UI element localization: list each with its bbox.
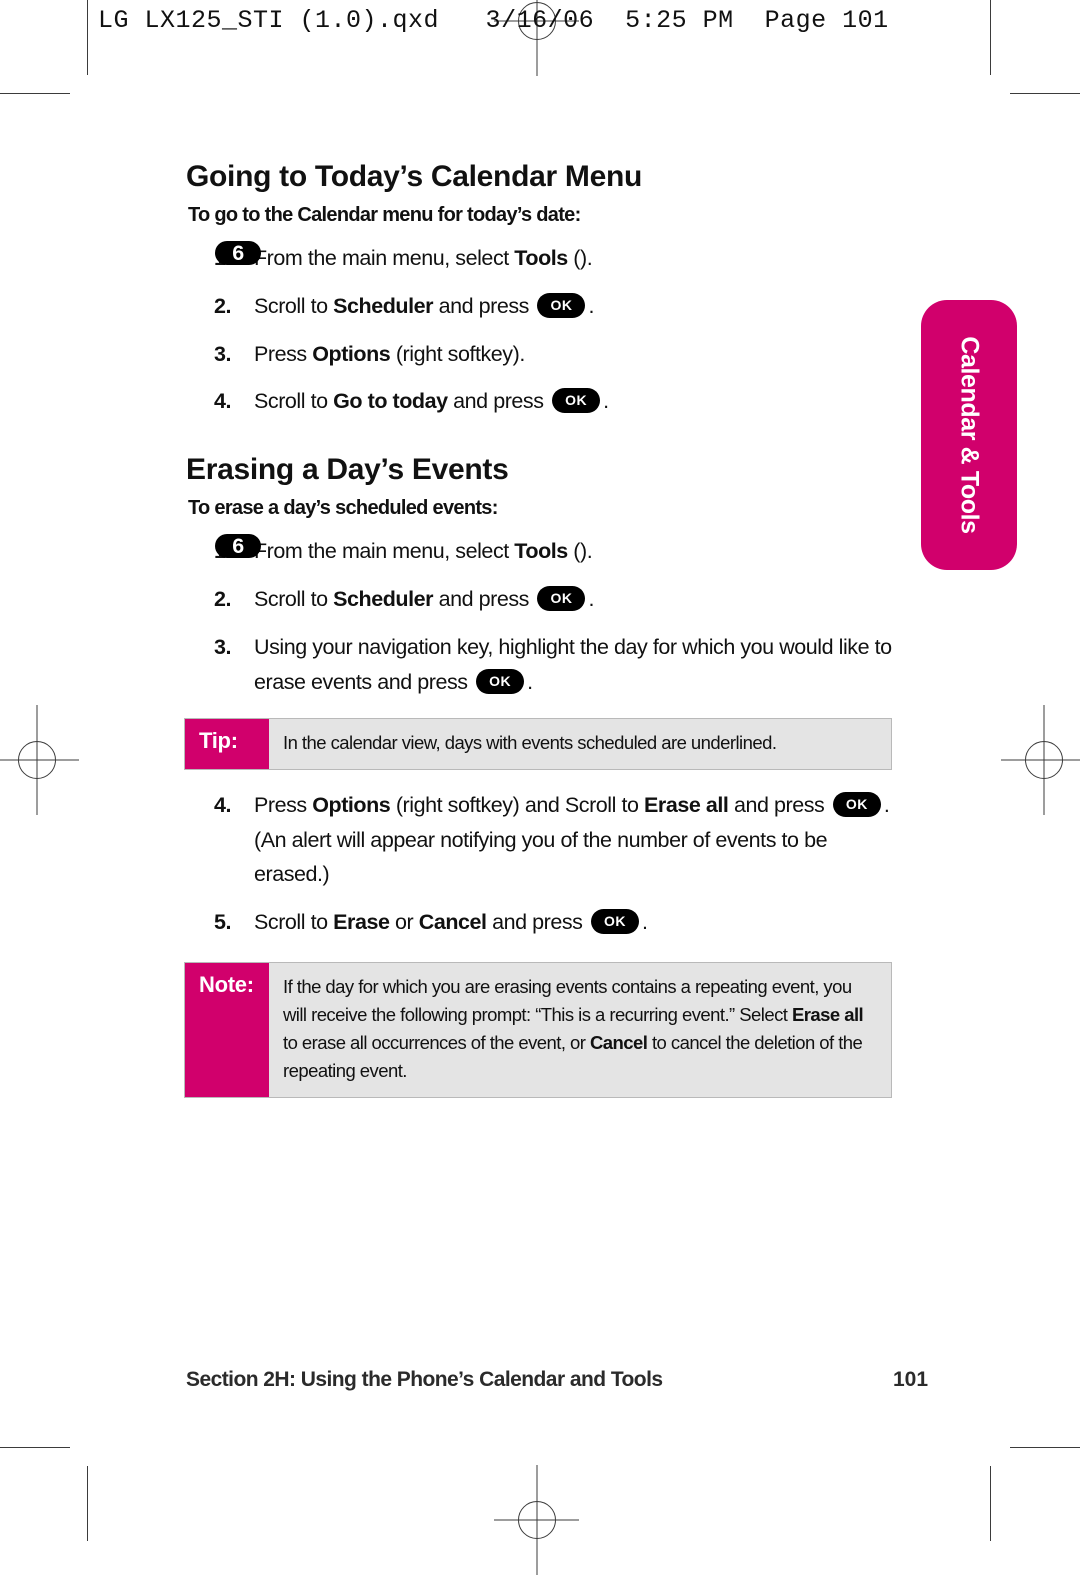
footer-page-number: 101 — [893, 1368, 929, 1391]
list-item: 3. Using your navigation key, highlight … — [186, 630, 896, 700]
footer-section-text: Section 2H: Using the Phone’s Calendar a… — [186, 1368, 663, 1391]
key-6-icon: 6 — [215, 534, 261, 559]
key-ok-icon: OK — [590, 909, 639, 935]
crop-mark-bottom-left-horizontal — [0, 1447, 70, 1448]
list-item: 4. Scroll to Go to today and press OK. — [186, 384, 896, 419]
crop-mark-top-left-horizontal — [0, 93, 70, 94]
registration-mark-bottom-center — [494, 1465, 579, 1575]
step-list-erasing-events-continued: 4. Press Options (right softkey) and Scr… — [186, 788, 896, 940]
crop-mark-bottom-right-horizontal — [1010, 1447, 1080, 1448]
list-item: 3. Press Options (right softkey). — [186, 337, 896, 372]
step-number: 2. — [214, 293, 232, 318]
step-text: Scroll to Go to today and press OK. — [254, 388, 609, 414]
section-lead-2: To erase a day’s scheduled events: — [188, 497, 498, 520]
step-text: Scroll to Scheduler and press OK. — [254, 585, 594, 612]
step-list-going-to-today: 1. From the main menu, select Tools (6).… — [186, 241, 896, 419]
crop-mark-top-right-vertical — [990, 0, 991, 75]
tip-callout: Tip: In the calendar view, days with eve… — [184, 717, 892, 770]
step-text: From the main menu, select Tools (6). — [215, 534, 593, 563]
step-number: 4. — [214, 792, 232, 817]
thumb-tab-label: Calendar & Tools — [955, 336, 984, 534]
key-ok-icon: OK — [552, 388, 601, 414]
registration-mark-left-center — [0, 705, 79, 815]
registration-mark-right-center — [1001, 705, 1080, 815]
manual-page: LG LX125_STI (1.0).qxd 3/16/06 5:25 PM P… — [0, 0, 1080, 1575]
note-label: Note: — [185, 963, 269, 1098]
page-footer: Section 2H: Using the Phone’s Calendar a… — [186, 1368, 946, 1392]
key-6-icon: 6 — [215, 241, 261, 265]
step-number: 5. — [214, 910, 232, 935]
note-callout: Note: If the day for which you are erasi… — [184, 962, 892, 1099]
step-number: 4. — [214, 389, 232, 414]
crop-mark-top-right-horizontal — [1010, 93, 1080, 94]
step-text: Using your navigation key, highlight the… — [254, 634, 892, 694]
page-title: Going to Today’s Calendar Menu — [186, 160, 643, 193]
tip-text: In the calendar view, days with events s… — [283, 731, 777, 753]
tip-label: Tip: — [185, 718, 269, 769]
step-text: From the main menu, select Tools (6). — [215, 241, 593, 270]
list-item: 2. Scroll to Scheduler and press OK. — [186, 582, 896, 617]
key-ok-icon: OK — [832, 791, 881, 817]
crop-mark-bottom-right-vertical — [990, 1466, 991, 1541]
crop-mark-top-left-vertical — [87, 0, 88, 75]
page-content: Going to Today’s Calendar Menu To go to … — [184, 160, 896, 1116]
list-item: 2. Scroll to Scheduler and press OK. — [186, 289, 896, 324]
list-item: 1. From the main menu, select Tools (6). — [186, 534, 896, 569]
list-item: 1. From the main menu, select Tools (6). — [186, 241, 896, 276]
step-list-erasing-events: 1. From the main menu, select Tools (6).… — [186, 534, 896, 699]
step-text: Press Options (right softkey). — [254, 341, 525, 366]
prepress-slug: LG LX125_STI (1.0).qxd 3/16/06 5:25 PM P… — [98, 6, 889, 35]
step-text: Scroll to Erase or Cancel and press OK. — [254, 909, 648, 935]
note-text: If the day for which you are erasing eve… — [283, 976, 864, 1082]
thumb-tab-calendar-and-tools: Calendar & Tools — [921, 300, 1017, 570]
crop-mark-bottom-left-vertical — [87, 1466, 88, 1541]
key-ok-icon: OK — [476, 668, 525, 694]
list-item: 4. Press Options (right softkey) and Scr… — [186, 788, 896, 892]
list-item: 5. Scroll to Erase or Cancel and press O… — [186, 905, 896, 940]
section-lead-1: To go to the Calendar menu for today’s d… — [188, 204, 581, 226]
step-text: Press Options (right softkey) and Scroll… — [254, 791, 890, 887]
section-title-erasing: Erasing a Day’s Events — [186, 453, 509, 487]
step-number: 2. — [214, 587, 232, 612]
step-number: 3. — [214, 341, 232, 366]
key-ok-icon: OK — [537, 585, 586, 611]
step-text: Scroll to Scheduler and press OK. — [254, 292, 594, 318]
key-ok-icon: OK — [537, 292, 586, 318]
step-number: 3. — [214, 634, 232, 659]
